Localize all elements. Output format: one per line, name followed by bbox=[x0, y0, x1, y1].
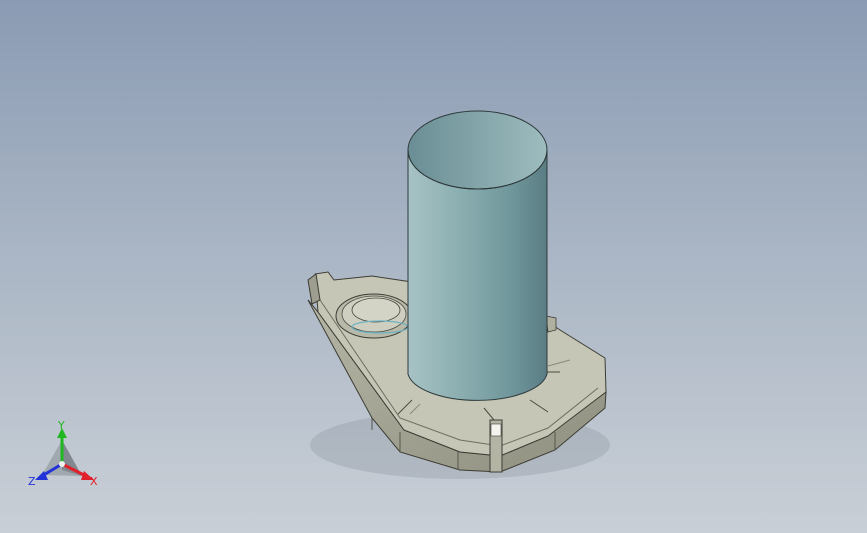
triad-axes bbox=[35, 428, 94, 480]
model-view[interactable] bbox=[0, 0, 867, 533]
graphics-viewport[interactable]: Y X Z bbox=[0, 0, 867, 533]
z-axis-label: Z bbox=[28, 475, 36, 488]
x-axis-label: X bbox=[90, 475, 98, 488]
coordinate-triad: Y X Z bbox=[22, 420, 112, 500]
y-axis-label: Y bbox=[58, 419, 65, 432]
cylinder-tube[interactable] bbox=[407, 110, 548, 401]
